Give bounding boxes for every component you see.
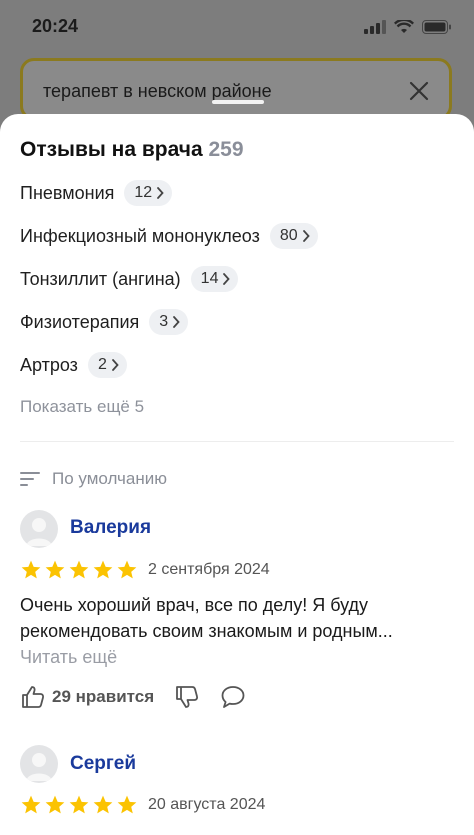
chevron-right-icon: [157, 187, 164, 199]
user-icon: [26, 518, 52, 546]
rating-stars: [20, 559, 138, 581]
status-bar: 20:24: [0, 0, 474, 56]
topic-row[interactable]: Инфекциозный мононуклеоз 80: [20, 222, 318, 250]
like-count: 29 нравится: [52, 687, 155, 706]
topic-count-chip[interactable]: 3: [149, 309, 189, 335]
close-icon[interactable]: [407, 79, 431, 103]
reviewer-name[interactable]: Валерия: [70, 517, 151, 539]
star-icon: [93, 795, 113, 814]
user-icon: [26, 753, 52, 781]
topic-row[interactable]: Физиотерапия 3: [20, 308, 189, 336]
topic-row[interactable]: Артроз 2: [20, 351, 127, 379]
star-icon: [21, 560, 41, 579]
star-icon: [93, 560, 113, 579]
star-icon: [69, 795, 89, 814]
like-button[interactable]: 29 нравится: [20, 684, 154, 710]
chevron-right-icon: [173, 316, 180, 328]
reviews-count: 259: [208, 138, 244, 161]
reviews-title: Отзывы на врача 259: [20, 138, 244, 162]
show-more-link[interactable]: Показать ещё 5: [20, 397, 144, 417]
read-more-link[interactable]: Читать ещё: [20, 647, 117, 667]
reviews-title-text: Отзывы на врача: [20, 138, 203, 161]
topic-label[interactable]: Инфекциозный мононуклеоз: [20, 226, 260, 247]
topic-count: 3: [159, 313, 169, 330]
search-query[interactable]: терапевт в невском районе: [43, 81, 272, 102]
star-icon: [69, 560, 89, 579]
chevron-right-icon: [223, 273, 231, 285]
topic-count: 14: [200, 270, 219, 287]
star-icon: [117, 795, 137, 814]
topic-count-chip[interactable]: 14: [190, 266, 239, 292]
star-icon: [45, 795, 65, 814]
topic-count-chip[interactable]: 12: [124, 180, 173, 206]
thumbs-down-icon[interactable]: [174, 684, 200, 710]
status-time: 20:24: [32, 16, 79, 36]
topic-label[interactable]: Физиотерапия: [20, 312, 139, 333]
avatar[interactable]: [20, 745, 58, 783]
star-icon: [21, 795, 41, 814]
sort-selector[interactable]: По умолчанию: [20, 469, 167, 489]
review-actions: 29 нравится: [20, 684, 246, 710]
rating-stars: [20, 794, 138, 816]
sort-label[interactable]: По умолчанию: [52, 469, 167, 489]
review-date: 20 августа 2024: [148, 796, 266, 813]
divider: [20, 441, 454, 442]
search-field[interactable]: терапевт в невском районе: [20, 58, 452, 120]
topic-row[interactable]: Тонзиллит (ангина) 14: [20, 265, 239, 293]
topic-label[interactable]: Пневмония: [20, 183, 114, 204]
review-date: 2 сентября 2024: [148, 561, 270, 578]
topic-count-chip[interactable]: 80: [269, 223, 318, 249]
comment-icon[interactable]: [220, 684, 246, 710]
star-icon: [117, 560, 137, 579]
reviews-sheet: Отзывы на врача 259 Пневмония 12 Инфекци…: [0, 100, 474, 835]
topic-label[interactable]: Тонзиллит (ангина): [20, 269, 181, 290]
topic-row[interactable]: Пневмония 12: [20, 179, 173, 207]
reviewer-name[interactable]: Сергей: [70, 753, 136, 775]
status-icons: [364, 20, 452, 34]
battery-icon: [422, 20, 451, 34]
review-body: Очень хороший врач, все по делу! Я буду …: [20, 595, 393, 641]
chevron-right-icon: [302, 230, 310, 242]
review-text: Очень хороший врач, все по делу! Я буду …: [20, 592, 440, 670]
topic-label[interactable]: Артроз: [20, 355, 78, 376]
avatar[interactable]: [20, 510, 58, 548]
sheet-handle[interactable]: [212, 100, 264, 104]
star-icon: [45, 560, 65, 579]
topic-count: 80: [279, 227, 298, 244]
sort-icon: [20, 472, 40, 486]
topic-count: 2: [97, 356, 107, 373]
thumbs-up-icon: [22, 686, 45, 708]
topic-count-chip[interactable]: 2: [87, 352, 127, 378]
chevron-right-icon: [111, 359, 119, 371]
topic-count: 12: [134, 184, 153, 201]
wifi-icon: [394, 20, 414, 33]
cellular-signal-icon: [364, 20, 386, 34]
